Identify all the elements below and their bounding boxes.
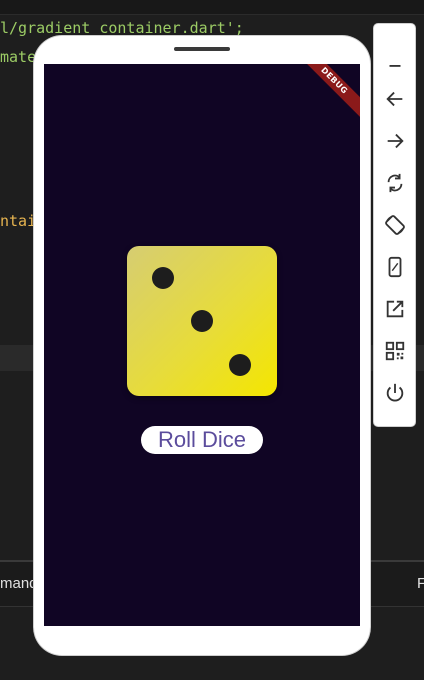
emulator-toolbar (374, 24, 415, 426)
rotate-icon[interactable] (382, 170, 407, 195)
phone-emulator-frame: DEBUG Roll Dice (34, 36, 370, 655)
code-line-import[interactable]: l/gradient_container.dart'; (0, 18, 244, 38)
open-external-icon[interactable] (382, 296, 407, 321)
dice-pip (229, 354, 251, 376)
dice-pip (152, 267, 174, 289)
back-arrow-icon[interactable] (382, 86, 407, 111)
roll-dice-button[interactable]: Roll Dice (141, 426, 263, 454)
dice-pip (191, 310, 213, 332)
phone-speaker (174, 47, 230, 51)
terminal-tab-right[interactable]: F (417, 575, 424, 592)
dice-image (127, 246, 277, 396)
code-line-material[interactable]: mate (0, 47, 36, 67)
qr-code-icon[interactable] (382, 338, 407, 363)
screen-rotate-icon[interactable] (382, 212, 407, 237)
code-line-container[interactable]: ntai (0, 211, 36, 231)
app-screen: DEBUG Roll Dice (44, 64, 360, 626)
terminal-tab-command[interactable]: mand (0, 575, 38, 592)
minimize-icon[interactable] (382, 52, 407, 77)
editor-top-bar (0, 0, 424, 15)
debug-banner: DEBUG (293, 64, 360, 122)
forward-arrow-icon[interactable] (382, 128, 407, 153)
device-icon[interactable] (382, 254, 407, 279)
app-window: l/gradient_container.dart'; mate ntai ma… (0, 0, 424, 680)
power-icon[interactable] (382, 380, 407, 405)
